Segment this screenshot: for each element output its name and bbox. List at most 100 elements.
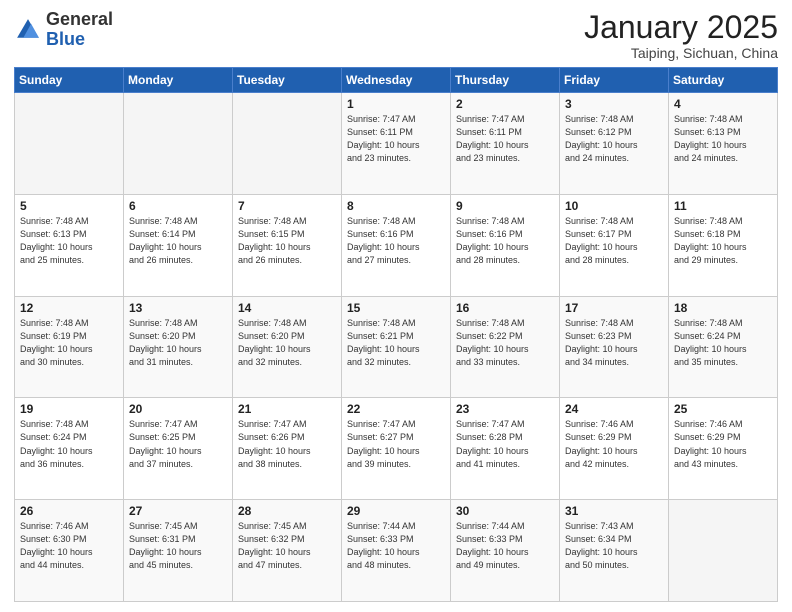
day-info: Sunrise: 7:47 AM Sunset: 6:11 PM Dayligh… — [456, 113, 554, 165]
week-row-1: 1 Sunrise: 7:47 AM Sunset: 6:11 PM Daylig… — [15, 93, 778, 195]
day-number: 1 — [347, 97, 445, 111]
day-info: Sunrise: 7:48 AM Sunset: 6:24 PM Dayligh… — [674, 317, 772, 369]
calendar-cell: 6 Sunrise: 7:48 AM Sunset: 6:14 PM Daylig… — [124, 194, 233, 296]
day-info: Sunrise: 7:47 AM Sunset: 6:11 PM Dayligh… — [347, 113, 445, 165]
calendar-cell: 17 Sunrise: 7:48 AM Sunset: 6:23 PM Dayli… — [560, 296, 669, 398]
day-number: 10 — [565, 199, 663, 213]
calendar-cell: 9 Sunrise: 7:48 AM Sunset: 6:16 PM Daylig… — [451, 194, 560, 296]
day-info: Sunrise: 7:48 AM Sunset: 6:13 PM Dayligh… — [674, 113, 772, 165]
day-info: Sunrise: 7:43 AM Sunset: 6:34 PM Dayligh… — [565, 520, 663, 572]
calendar-cell: 26 Sunrise: 7:46 AM Sunset: 6:30 PM Dayli… — [15, 500, 124, 602]
page: General Blue January 2025 Taiping, Sichu… — [0, 0, 792, 612]
day-number: 27 — [129, 504, 227, 518]
day-number: 4 — [674, 97, 772, 111]
calendar-cell: 7 Sunrise: 7:48 AM Sunset: 6:15 PM Daylig… — [233, 194, 342, 296]
day-number: 20 — [129, 402, 227, 416]
calendar-cell: 11Sunrise: 7:48 AM Sunset: 6:18 PM Dayli… — [669, 194, 778, 296]
calendar-cell: 22 Sunrise: 7:47 AM Sunset: 6:27 PM Dayli… — [342, 398, 451, 500]
logo-icon — [14, 16, 42, 44]
day-info: Sunrise: 7:48 AM Sunset: 6:19 PM Dayligh… — [20, 317, 118, 369]
calendar-cell: 15Sunrise: 7:48 AM Sunset: 6:21 PM Dayli… — [342, 296, 451, 398]
day-number: 9 — [456, 199, 554, 213]
week-row-4: 19 Sunrise: 7:48 AM Sunset: 6:24 PM Dayli… — [15, 398, 778, 500]
calendar-cell: 13 Sunrise: 7:48 AM Sunset: 6:20 PM Dayli… — [124, 296, 233, 398]
day-number: 5 — [20, 199, 118, 213]
calendar-cell: 20Sunrise: 7:47 AM Sunset: 6:25 PM Dayli… — [124, 398, 233, 500]
day-info: Sunrise: 7:44 AM Sunset: 6:33 PM Dayligh… — [347, 520, 445, 572]
title-block: January 2025 Taiping, Sichuan, China — [584, 10, 778, 61]
day-info: Sunrise: 7:48 AM Sunset: 6:23 PM Dayligh… — [565, 317, 663, 369]
calendar-cell: 30 Sunrise: 7:44 AM Sunset: 6:33 PM Dayli… — [451, 500, 560, 602]
day-info: Sunrise: 7:46 AM Sunset: 6:29 PM Dayligh… — [674, 418, 772, 470]
day-info: Sunrise: 7:47 AM Sunset: 6:27 PM Dayligh… — [347, 418, 445, 470]
weekday-header-row: Sunday Monday Tuesday Wednesday Thursday… — [15, 68, 778, 93]
day-info: Sunrise: 7:48 AM Sunset: 6:15 PM Dayligh… — [238, 215, 336, 267]
day-info: Sunrise: 7:48 AM Sunset: 6:12 PM Dayligh… — [565, 113, 663, 165]
calendar-cell: 10 Sunrise: 7:48 AM Sunset: 6:17 PM Dayli… — [560, 194, 669, 296]
day-number: 26 — [20, 504, 118, 518]
day-info: Sunrise: 7:46 AM Sunset: 6:29 PM Dayligh… — [565, 418, 663, 470]
header-tuesday: Tuesday — [233, 68, 342, 93]
day-number: 14 — [238, 301, 336, 315]
header-sunday: Sunday — [15, 68, 124, 93]
day-number: 24 — [565, 402, 663, 416]
day-number: 2 — [456, 97, 554, 111]
logo: General Blue — [14, 10, 113, 50]
header-saturday: Saturday — [669, 68, 778, 93]
day-number: 7 — [238, 199, 336, 213]
header-thursday: Thursday — [451, 68, 560, 93]
day-info: Sunrise: 7:45 AM Sunset: 6:31 PM Dayligh… — [129, 520, 227, 572]
calendar-cell: 23Sunrise: 7:47 AM Sunset: 6:28 PM Dayli… — [451, 398, 560, 500]
calendar-cell: 1 Sunrise: 7:47 AM Sunset: 6:11 PM Daylig… — [342, 93, 451, 195]
day-number: 6 — [129, 199, 227, 213]
calendar-cell: 4 Sunrise: 7:48 AM Sunset: 6:13 PM Daylig… — [669, 93, 778, 195]
day-info: Sunrise: 7:48 AM Sunset: 6:14 PM Dayligh… — [129, 215, 227, 267]
day-number: 29 — [347, 504, 445, 518]
day-info: Sunrise: 7:48 AM Sunset: 6:16 PM Dayligh… — [456, 215, 554, 267]
calendar-cell: 25 Sunrise: 7:46 AM Sunset: 6:29 PM Dayli… — [669, 398, 778, 500]
calendar-cell — [124, 93, 233, 195]
calendar-cell: 14 Sunrise: 7:48 AM Sunset: 6:20 PM Dayli… — [233, 296, 342, 398]
calendar-cell: 18 Sunrise: 7:48 AM Sunset: 6:24 PM Dayli… — [669, 296, 778, 398]
calendar-cell: 24 Sunrise: 7:46 AM Sunset: 6:29 PM Dayli… — [560, 398, 669, 500]
day-info: Sunrise: 7:48 AM Sunset: 6:20 PM Dayligh… — [129, 317, 227, 369]
day-info: Sunrise: 7:44 AM Sunset: 6:33 PM Dayligh… — [456, 520, 554, 572]
calendar-cell: 21 Sunrise: 7:47 AM Sunset: 6:26 PM Dayli… — [233, 398, 342, 500]
day-number: 25 — [674, 402, 772, 416]
day-info: Sunrise: 7:46 AM Sunset: 6:30 PM Dayligh… — [20, 520, 118, 572]
day-info: Sunrise: 7:45 AM Sunset: 6:32 PM Dayligh… — [238, 520, 336, 572]
day-number: 16 — [456, 301, 554, 315]
calendar-cell: 8Sunrise: 7:48 AM Sunset: 6:16 PM Daylig… — [342, 194, 451, 296]
day-number: 21 — [238, 402, 336, 416]
day-number: 22 — [347, 402, 445, 416]
day-number: 18 — [674, 301, 772, 315]
calendar-cell: 29 Sunrise: 7:44 AM Sunset: 6:33 PM Dayli… — [342, 500, 451, 602]
header: General Blue January 2025 Taiping, Sichu… — [14, 10, 778, 61]
calendar-subtitle: Taiping, Sichuan, China — [584, 45, 778, 61]
day-info: Sunrise: 7:48 AM Sunset: 6:16 PM Dayligh… — [347, 215, 445, 267]
calendar-cell — [669, 500, 778, 602]
calendar-table: Sunday Monday Tuesday Wednesday Thursday… — [14, 67, 778, 602]
day-info: Sunrise: 7:47 AM Sunset: 6:26 PM Dayligh… — [238, 418, 336, 470]
week-row-3: 12Sunrise: 7:48 AM Sunset: 6:19 PM Dayli… — [15, 296, 778, 398]
day-number: 3 — [565, 97, 663, 111]
calendar-cell: 3 Sunrise: 7:48 AM Sunset: 6:12 PM Daylig… — [560, 93, 669, 195]
day-number: 15 — [347, 301, 445, 315]
day-info: Sunrise: 7:48 AM Sunset: 6:17 PM Dayligh… — [565, 215, 663, 267]
day-number: 17 — [565, 301, 663, 315]
day-number: 30 — [456, 504, 554, 518]
day-info: Sunrise: 7:48 AM Sunset: 6:24 PM Dayligh… — [20, 418, 118, 470]
header-wednesday: Wednesday — [342, 68, 451, 93]
day-info: Sunrise: 7:48 AM Sunset: 6:13 PM Dayligh… — [20, 215, 118, 267]
day-number: 19 — [20, 402, 118, 416]
calendar-cell — [233, 93, 342, 195]
calendar-cell: 28Sunrise: 7:45 AM Sunset: 6:32 PM Dayli… — [233, 500, 342, 602]
day-info: Sunrise: 7:48 AM Sunset: 6:18 PM Dayligh… — [674, 215, 772, 267]
calendar-title: January 2025 — [584, 10, 778, 45]
calendar-cell — [15, 93, 124, 195]
day-number: 13 — [129, 301, 227, 315]
calendar-cell: 5 Sunrise: 7:48 AM Sunset: 6:13 PM Daylig… — [15, 194, 124, 296]
calendar-cell: 2 Sunrise: 7:47 AM Sunset: 6:11 PM Daylig… — [451, 93, 560, 195]
day-info: Sunrise: 7:48 AM Sunset: 6:20 PM Dayligh… — [238, 317, 336, 369]
day-number: 31 — [565, 504, 663, 518]
